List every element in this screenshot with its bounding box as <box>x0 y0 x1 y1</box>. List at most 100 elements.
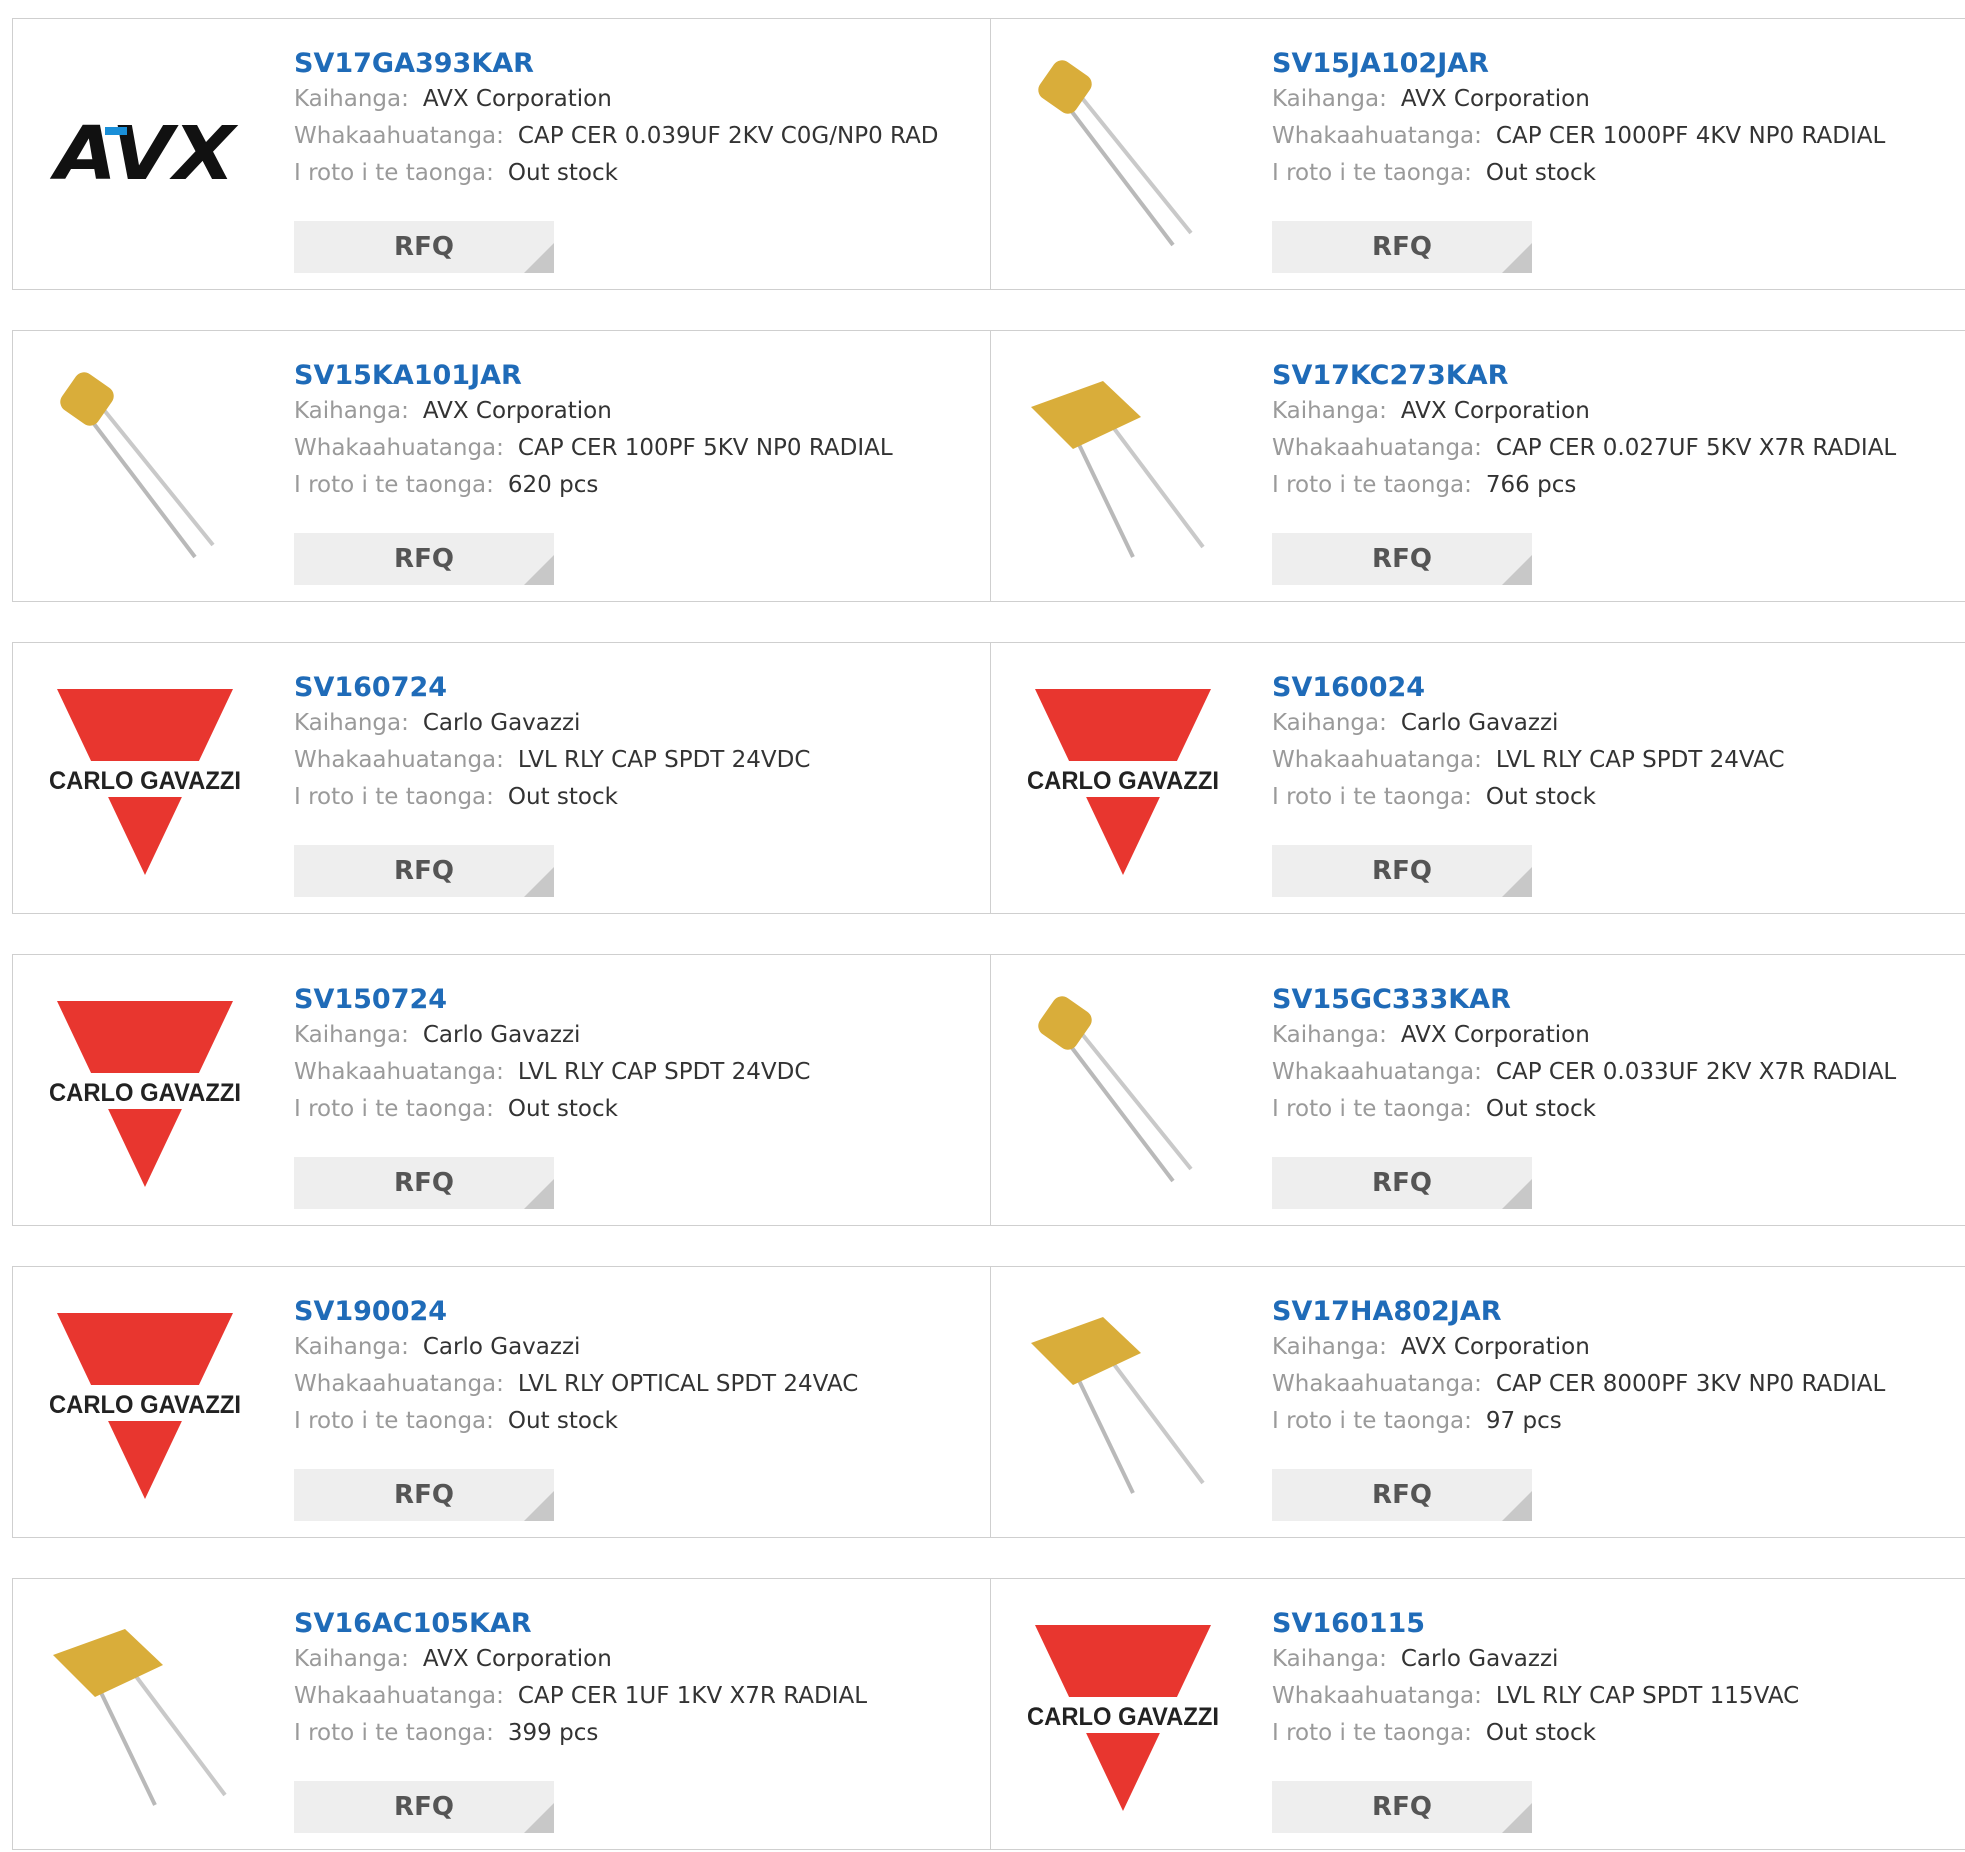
stock-label: I roto i te taonga: <box>294 1720 494 1746</box>
product-grid: AVX SV17GA393KAR Kaihanga: AVX Corporation W… <box>0 0 1965 1850</box>
rfq-label: RFQ <box>1372 1480 1432 1510</box>
manufacturer-value: AVX Corporation <box>1400 398 1590 424</box>
description-value: CAP CER 0.039UF 2KV C0G/NP0 RAD <box>517 123 939 149</box>
description-label: Whakaahuatanga: <box>294 1059 504 1085</box>
part-number-link[interactable]: SV15GC333KAR <box>1272 983 1896 1017</box>
capacitor-small-icon[interactable] <box>1023 55 1223 255</box>
carlo-gavazzi-logo-icon[interactable]: CARLO GAVAZZI <box>45 679 245 879</box>
description-line: Whakaahuatanga: CAP CER 1UF 1KV X7R RADIA… <box>294 1678 867 1715</box>
product-card: SV16AC105KAR Kaihanga: AVX Corporation Whak… <box>12 1578 991 1850</box>
capacitor-small-icon[interactable] <box>1023 991 1223 1191</box>
carlo-gavazzi-logo-icon[interactable]: CARLO GAVAZZI <box>1023 1615 1223 1815</box>
stock-line: I roto i te taonga: Out stock <box>294 1403 858 1440</box>
manufacturer-line: Kaihanga: AVX Corporation <box>294 393 893 430</box>
stock-label: I roto i te taonga: <box>294 1096 494 1122</box>
description-value: LVL RLY OPTICAL SPDT 24VAC <box>517 1371 859 1397</box>
product-info: SV160024 Kaihanga: Carlo Gavazzi Whakaahuat… <box>1272 671 1785 816</box>
rfq-button[interactable]: RFQ <box>294 1157 554 1209</box>
part-number-link[interactable]: SV190024 <box>294 1295 858 1329</box>
rfq-button[interactable]: RFQ <box>1272 1781 1532 1833</box>
stock-line: I roto i te taonga: 766 pcs <box>1272 467 1896 504</box>
capacitor-large-icon[interactable] <box>45 1615 245 1815</box>
part-number-link[interactable]: SV17HA802JAR <box>1272 1295 1885 1329</box>
manufacturer-line: Kaihanga: AVX Corporation <box>1272 1017 1896 1054</box>
stock-value: Out stock <box>507 1408 618 1434</box>
corner-triangle-icon <box>1502 555 1532 585</box>
stock-value: 399 pcs <box>507 1720 599 1746</box>
part-number-link[interactable]: SV160024 <box>1272 671 1785 705</box>
logo-text: CARLO GAVAZZI <box>1027 767 1219 795</box>
manufacturer-value: Carlo Gavazzi <box>1400 710 1559 736</box>
manufacturer-line: Kaihanga: AVX Corporation <box>1272 393 1896 430</box>
manufacturer-line: Kaihanga: AVX Corporation <box>1272 81 1885 118</box>
carlo-gavazzi-logo-icon[interactable]: CARLO GAVAZZI <box>45 1303 245 1503</box>
product-card: SV15KA101JAR Kaihanga: AVX Corporation Whak… <box>12 330 991 602</box>
product-row: CARLO GAVAZZI SV190024 Kaihanga: Carlo Gava… <box>12 1266 1965 1540</box>
rfq-button[interactable]: RFQ <box>294 1469 554 1521</box>
rfq-button[interactable]: RFQ <box>294 845 554 897</box>
capacitor-small-icon[interactable] <box>45 367 245 567</box>
description-value: CAP CER 8000PF 3KV NP0 RADIAL <box>1495 1371 1886 1397</box>
product-info: SV16AC105KAR Kaihanga: AVX Corporation Whak… <box>294 1607 867 1752</box>
product-card: CARLO GAVAZZI SV190024 Kaihanga: Carlo Gava… <box>12 1266 991 1538</box>
rfq-button[interactable]: RFQ <box>1272 1469 1532 1521</box>
rfq-label: RFQ <box>394 1168 454 1198</box>
part-number-link[interactable]: SV17KC273KAR <box>1272 359 1896 393</box>
avx-logo-icon[interactable]: AVX <box>45 55 245 255</box>
stock-value: Out stock <box>1485 1720 1596 1746</box>
rfq-button[interactable]: RFQ <box>294 533 554 585</box>
rfq-button[interactable]: RFQ <box>294 1781 554 1833</box>
manufacturer-line: Kaihanga: AVX Corporation <box>294 1641 867 1678</box>
manufacturer-value: AVX Corporation <box>1400 86 1590 112</box>
product-info: SV17KC273KAR Kaihanga: AVX Corporation Whak… <box>1272 359 1896 504</box>
product-info: SV15KA101JAR Kaihanga: AVX Corporation Whak… <box>294 359 893 504</box>
rfq-button[interactable]: RFQ <box>1272 845 1532 897</box>
product-row: AVX SV17GA393KAR Kaihanga: AVX Corporation W… <box>12 18 1965 292</box>
part-number-link[interactable]: SV160724 <box>294 671 810 705</box>
part-number-link[interactable]: SV15JA102JAR <box>1272 47 1885 81</box>
description-value: CAP CER 1UF 1KV X7R RADIAL <box>517 1683 868 1709</box>
rfq-label: RFQ <box>394 1480 454 1510</box>
stock-value: Out stock <box>1485 1096 1596 1122</box>
corner-triangle-icon <box>524 867 554 897</box>
part-number-link[interactable]: SV150724 <box>294 983 810 1017</box>
corner-triangle-icon <box>1502 1803 1532 1833</box>
rfq-label: RFQ <box>394 1792 454 1822</box>
rfq-button[interactable]: RFQ <box>1272 533 1532 585</box>
description-line: Whakaahuatanga: CAP CER 100PF 5KV NP0 RAD… <box>294 430 893 467</box>
manufacturer-line: Kaihanga: Carlo Gavazzi <box>294 1329 858 1366</box>
product-card: CARLO GAVAZZI SV150724 Kaihanga: Carlo Gava… <box>12 954 991 1226</box>
stock-label: I roto i te taonga: <box>1272 784 1472 810</box>
stock-line: I roto i te taonga: 97 pcs <box>1272 1403 1885 1440</box>
capacitor-large-icon[interactable] <box>1023 367 1223 567</box>
logo-text: CARLO GAVAZZI <box>49 767 241 795</box>
capacitor-large-icon[interactable] <box>1023 1303 1223 1503</box>
description-line: Whakaahuatanga: CAP CER 0.033UF 2KV X7R R… <box>1272 1054 1896 1091</box>
carlo-gavazzi-logo-icon[interactable]: CARLO GAVAZZI <box>45 991 245 1191</box>
manufacturer-value: AVX Corporation <box>422 1646 612 1672</box>
rfq-button[interactable]: RFQ <box>294 221 554 273</box>
part-number-link[interactable]: SV160115 <box>1272 1607 1799 1641</box>
description-value: CAP CER 1000PF 4KV NP0 RADIAL <box>1495 123 1886 149</box>
description-label: Whakaahuatanga: <box>1272 1683 1482 1709</box>
product-card: SV15JA102JAR Kaihanga: AVX Corporation Whak… <box>990 18 1965 290</box>
product-card: CARLO GAVAZZI SV160024 Kaihanga: Carlo Gava… <box>990 642 1965 914</box>
rfq-button[interactable]: RFQ <box>1272 1157 1532 1209</box>
manufacturer-value: Carlo Gavazzi <box>422 710 581 736</box>
manufacturer-label: Kaihanga: <box>1272 1022 1387 1048</box>
part-number-link[interactable]: SV15KA101JAR <box>294 359 893 393</box>
stock-value: Out stock <box>1485 784 1596 810</box>
manufacturer-line: Kaihanga: Carlo Gavazzi <box>1272 1641 1799 1678</box>
part-number-link[interactable]: SV17GA393KAR <box>294 47 939 81</box>
rfq-label: RFQ <box>394 232 454 262</box>
product-row: CARLO GAVAZZI SV150724 Kaihanga: Carlo Gava… <box>12 954 1965 1228</box>
manufacturer-label: Kaihanga: <box>1272 86 1387 112</box>
rfq-button[interactable]: RFQ <box>1272 221 1532 273</box>
product-card: SV17HA802JAR Kaihanga: AVX Corporation Whak… <box>990 1266 1965 1538</box>
carlo-gavazzi-logo-icon[interactable]: CARLO GAVAZZI <box>1023 679 1223 879</box>
product-card: CARLO GAVAZZI SV160115 Kaihanga: Carlo Gava… <box>990 1578 1965 1850</box>
stock-value: Out stock <box>507 1096 618 1122</box>
product-card: AVX SV17GA393KAR Kaihanga: AVX Corporation W… <box>12 18 991 290</box>
part-number-link[interactable]: SV16AC105KAR <box>294 1607 867 1641</box>
manufacturer-value: AVX Corporation <box>1400 1334 1590 1360</box>
